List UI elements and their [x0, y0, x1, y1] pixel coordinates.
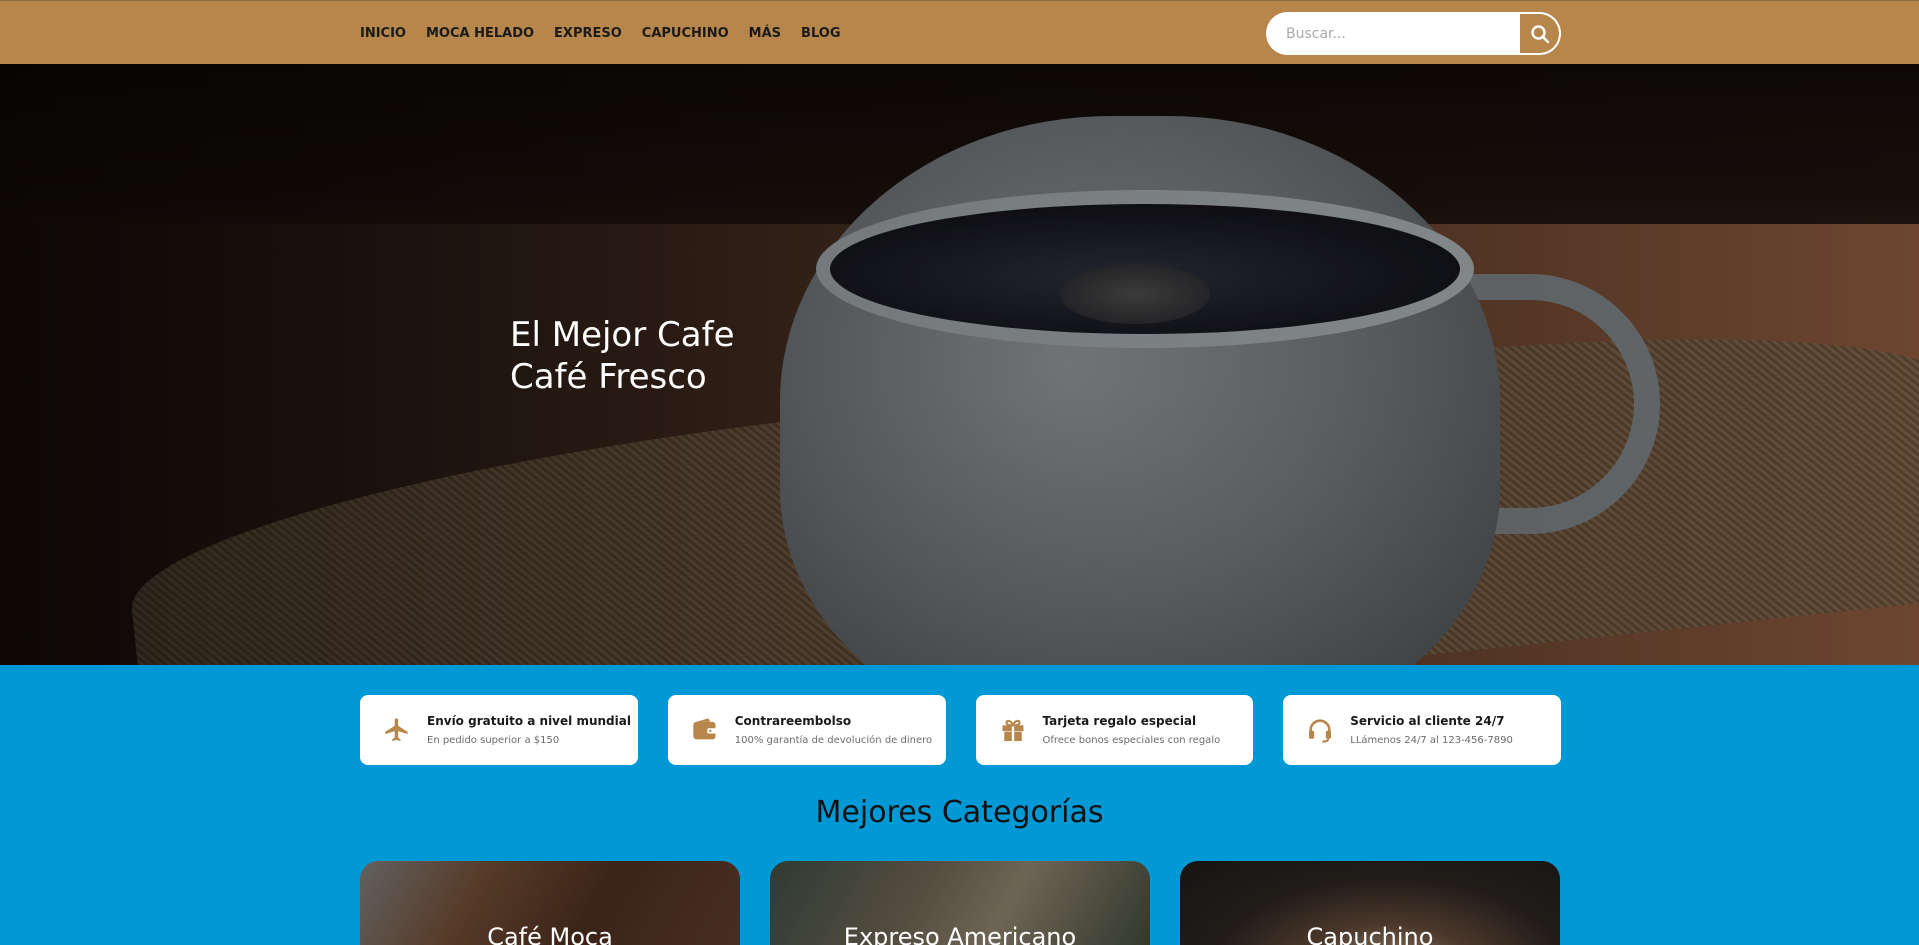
- feature-subtitle: En pedido superior a $150: [427, 735, 560, 746]
- categories-row: Café Moca Expreso Americano Capuchino: [360, 861, 1561, 945]
- feature-title: Tarjeta regalo especial: [1042, 714, 1197, 728]
- nav-inicio[interactable]: INICIO: [360, 26, 406, 41]
- feature-card-shipping: Envío gratuito a nivel mundial En pedido…: [360, 695, 638, 765]
- headset-icon: [1305, 715, 1335, 745]
- plane-icon: [382, 715, 412, 745]
- nav-moca-helado[interactable]: MOCA HELADO: [426, 26, 534, 41]
- hero-banner: El Mejor Cafe Café Fresco: [0, 64, 1919, 665]
- nav-expreso[interactable]: EXPRESO: [554, 26, 622, 41]
- nav-mas[interactable]: MÁS: [749, 26, 781, 41]
- hero-title-line2: Café Fresco: [510, 357, 707, 397]
- category-card-capuchino[interactable]: Capuchino: [1180, 861, 1560, 945]
- feature-title: Envío gratuito a nivel mundial: [427, 714, 631, 728]
- feature-card-gift: Tarjeta regalo especial Ofrece bonos esp…: [975, 695, 1254, 765]
- search-input[interactable]: [1266, 12, 1520, 55]
- feature-title: Contrareembolso: [734, 714, 852, 728]
- search-bar: [1266, 12, 1561, 55]
- feature-subtitle: LLámenos 24/7 al 123-456-7890: [1350, 735, 1513, 746]
- gift-icon: [998, 715, 1028, 745]
- hero-title-line1: El Mejor Cafe: [510, 315, 735, 355]
- category-label: Capuchino: [1306, 923, 1434, 945]
- features-row: Envío gratuito a nivel mundial En pedido…: [360, 695, 1561, 765]
- nav-blog[interactable]: BLOG: [801, 26, 840, 41]
- header: INICIO MOCA HELADO EXPRESO CAPUCHINO MÁS…: [0, 0, 1919, 64]
- search-icon: [1530, 24, 1549, 43]
- search-button[interactable]: [1520, 12, 1561, 55]
- category-card-cafe-moca[interactable]: Café Moca: [360, 861, 740, 945]
- main-nav: INICIO MOCA HELADO EXPRESO CAPUCHINO MÁS…: [360, 1, 861, 65]
- nav-capuchino[interactable]: CAPUCHINO: [642, 26, 729, 41]
- category-label: Expreso Americano: [843, 923, 1077, 945]
- category-card-expreso-americano[interactable]: Expreso Americano: [770, 861, 1150, 945]
- hero-title: El Mejor Cafe Café Fresco: [510, 314, 735, 398]
- hero-overlay: [0, 64, 1919, 665]
- category-label: Café Moca: [487, 923, 613, 945]
- feature-subtitle: 100% garantía de devolución de dinero: [734, 735, 933, 746]
- categories-heading: Mejores Categorías: [815, 795, 1104, 830]
- feature-title: Servicio al cliente 24/7: [1350, 714, 1505, 728]
- feature-subtitle: Ofrece bonos especiales con regalo: [1042, 735, 1221, 746]
- feature-card-support: Servicio al cliente 24/7 LLámenos 24/7 a…: [1283, 695, 1561, 765]
- wallet-icon: [690, 715, 720, 745]
- feature-card-cod: Contrareembolso 100% garantía de devoluc…: [667, 695, 946, 765]
